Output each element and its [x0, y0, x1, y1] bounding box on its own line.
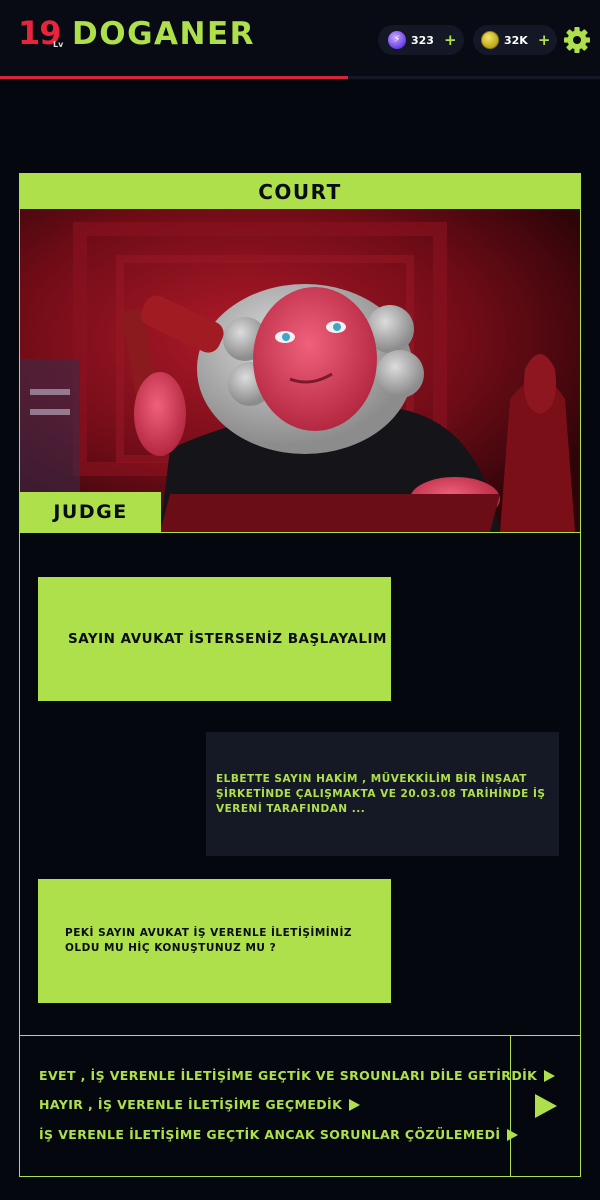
gear-icon	[564, 27, 590, 53]
next-button[interactable]	[511, 1036, 580, 1176]
play-arrow-icon	[349, 1098, 361, 1111]
answer-choice-label: İŞ VERENLE İLETİŞİME GEÇTİK ANCAK SORUNL…	[39, 1127, 501, 1142]
speaker-name-tag: JUDGE	[20, 492, 161, 532]
court-panel: COURT JUDGE SAYIN AVUKAT İSTERSENİZ BAŞL…	[19, 173, 581, 1177]
play-icon	[534, 1094, 557, 1118]
gems-counter[interactable]: ⚡ 323 +	[378, 25, 464, 55]
player-dialogue-bubble: ELBETTE SAYIN HAKİM , MÜVEKKİLİM BİR İNŞ…	[206, 732, 559, 856]
choices-divider	[20, 1035, 580, 1036]
court-title: COURT	[20, 174, 580, 209]
level-suffix: Lv	[53, 40, 64, 49]
answer-choice-label: HAYIR , İŞ VERENLE İLETİŞİME GEÇMEDİK	[39, 1097, 343, 1112]
add-gems-button[interactable]: +	[444, 31, 457, 49]
lightning-gem-icon: ⚡	[388, 31, 406, 49]
scene-divider	[20, 532, 580, 533]
xp-progress-fill	[0, 76, 348, 79]
answer-choice-1[interactable]: EVET , İŞ VERENLE İLETİŞİME GEÇTİK VE SR…	[39, 1068, 556, 1083]
coins-value: 32K	[504, 33, 528, 47]
answer-choice-3[interactable]: İŞ VERENLE İLETİŞİME GEÇTİK ANCAK SORUNL…	[39, 1127, 519, 1142]
player-name: DOGANER	[72, 16, 256, 52]
settings-button[interactable]	[562, 25, 592, 55]
coins-counter[interactable]: 32K +	[473, 25, 557, 55]
top-bar: 19 Lv DOGANER ⚡ 323 + 32K +	[0, 0, 600, 80]
answer-choice-2[interactable]: HAYIR , İŞ VERENLE İLETİŞİME GEÇMEDİK	[39, 1097, 361, 1112]
judge-scene-image	[20, 209, 580, 532]
xp-progress-track	[0, 76, 600, 79]
coin-icon	[481, 31, 499, 49]
gems-value: 323	[411, 33, 434, 47]
answer-choice-label: EVET , İŞ VERENLE İLETİŞİME GEÇTİK VE SR…	[39, 1068, 538, 1083]
add-coins-button[interactable]: +	[538, 31, 551, 49]
judge-dialogue-bubble: SAYIN AVUKAT İSTERSENİZ BAŞLAYALIM	[38, 577, 391, 701]
judge-dialogue-bubble: PEKİ SAYIN AVUKAT İŞ VERENLE İLETİŞİMİNİ…	[38, 879, 391, 1003]
